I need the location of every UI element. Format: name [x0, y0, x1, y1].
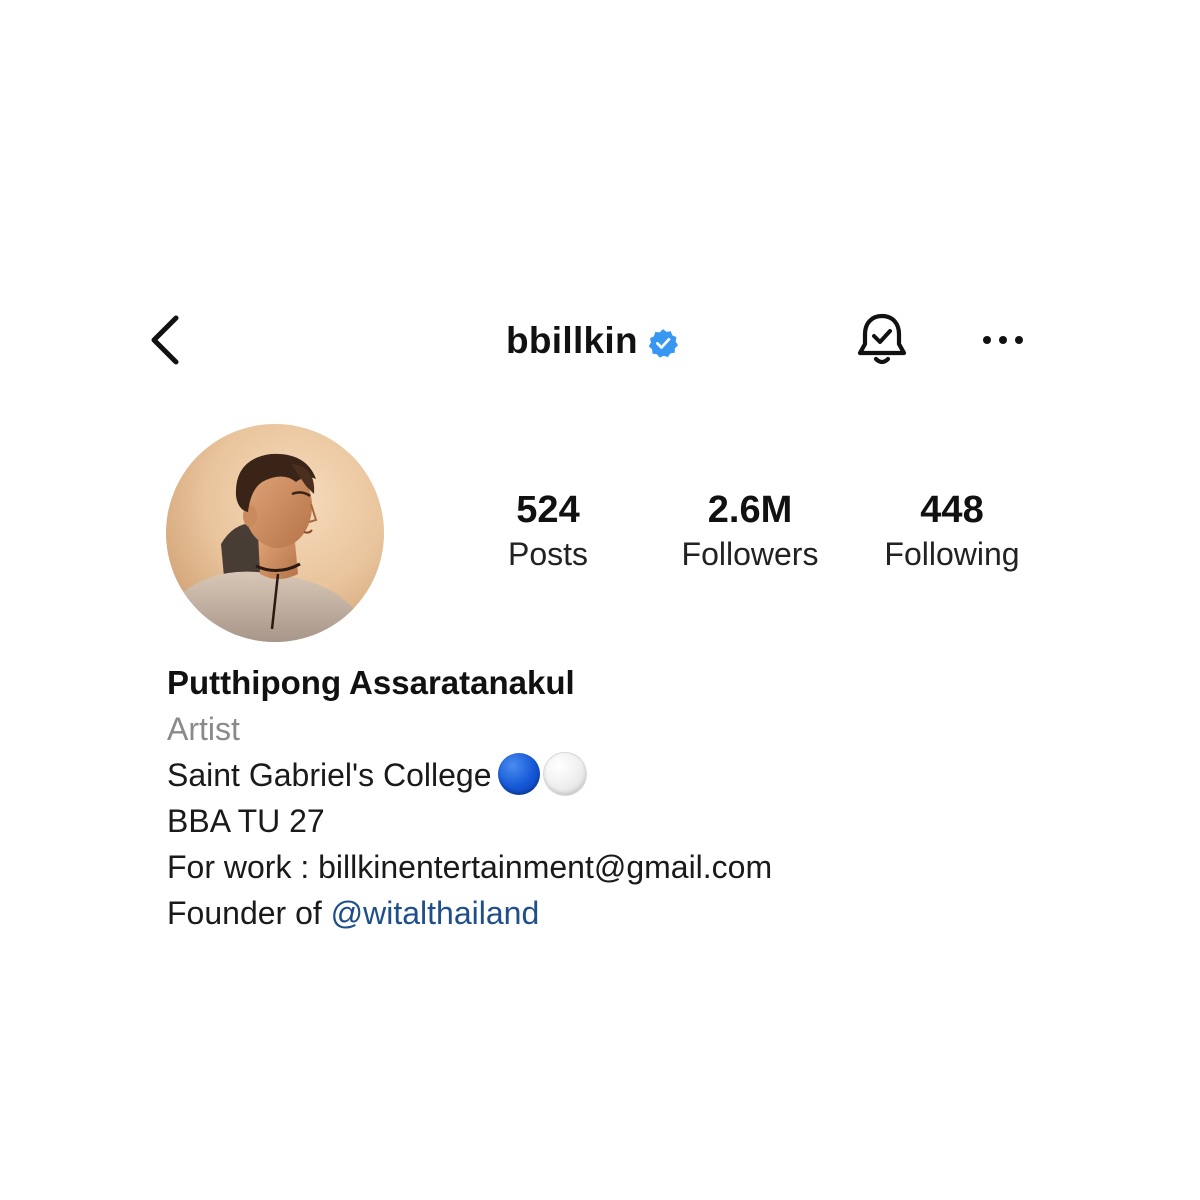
more-options-button[interactable]	[978, 320, 1028, 360]
verified-badge-icon	[648, 329, 678, 358]
bio-school-text: Saint Gabriel's College	[167, 757, 492, 793]
full-name: Putthipong Assaratanakul	[167, 664, 575, 701]
followers-label: Followers	[681, 536, 819, 572]
bio-line-school: Saint Gabriel's College	[167, 752, 1067, 798]
notifications-button[interactable]	[852, 308, 912, 372]
following-label: Following	[884, 536, 1020, 572]
posts-label: Posts	[507, 536, 589, 572]
profile-category: Artist	[167, 711, 240, 747]
bio-founder-text: Founder of	[167, 895, 331, 931]
following-count: 448	[920, 489, 984, 531]
chevron-left-icon	[151, 315, 179, 365]
mention-link[interactable]: @witalthailand	[331, 895, 540, 931]
more-horizontal-icon	[983, 336, 1023, 344]
bio-line-founder: Founder of @witalthailand	[167, 890, 1067, 936]
posts-count: 524	[516, 489, 580, 531]
bio-line-contact: For work : billkinentertainment@gmail.co…	[167, 849, 773, 885]
stat-posts[interactable]: 524 Posts	[488, 488, 608, 576]
avatar-photo	[166, 424, 384, 642]
blue-circle-emoji-icon	[497, 753, 540, 795]
white-circle-emoji-icon	[543, 753, 586, 795]
back-button[interactable]	[140, 312, 190, 368]
bell-check-icon	[857, 313, 907, 365]
profile-header-title: bbillkin	[506, 312, 678, 370]
stat-followers[interactable]: 2.6M Followers	[660, 488, 840, 576]
stat-following[interactable]: 448 Following	[866, 488, 1038, 576]
profile-avatar[interactable]	[166, 424, 384, 642]
username: bbillkin	[506, 320, 638, 361]
bio-line-education: BBA TU 27	[167, 803, 325, 839]
profile-page: bbillkin 524 Posts 2.6M Followers 448 Fo…	[0, 0, 1200, 1200]
profile-bio: Putthipong Assaratanakul Artist Saint Ga…	[167, 660, 1067, 936]
followers-count: 2.6M	[707, 489, 793, 531]
